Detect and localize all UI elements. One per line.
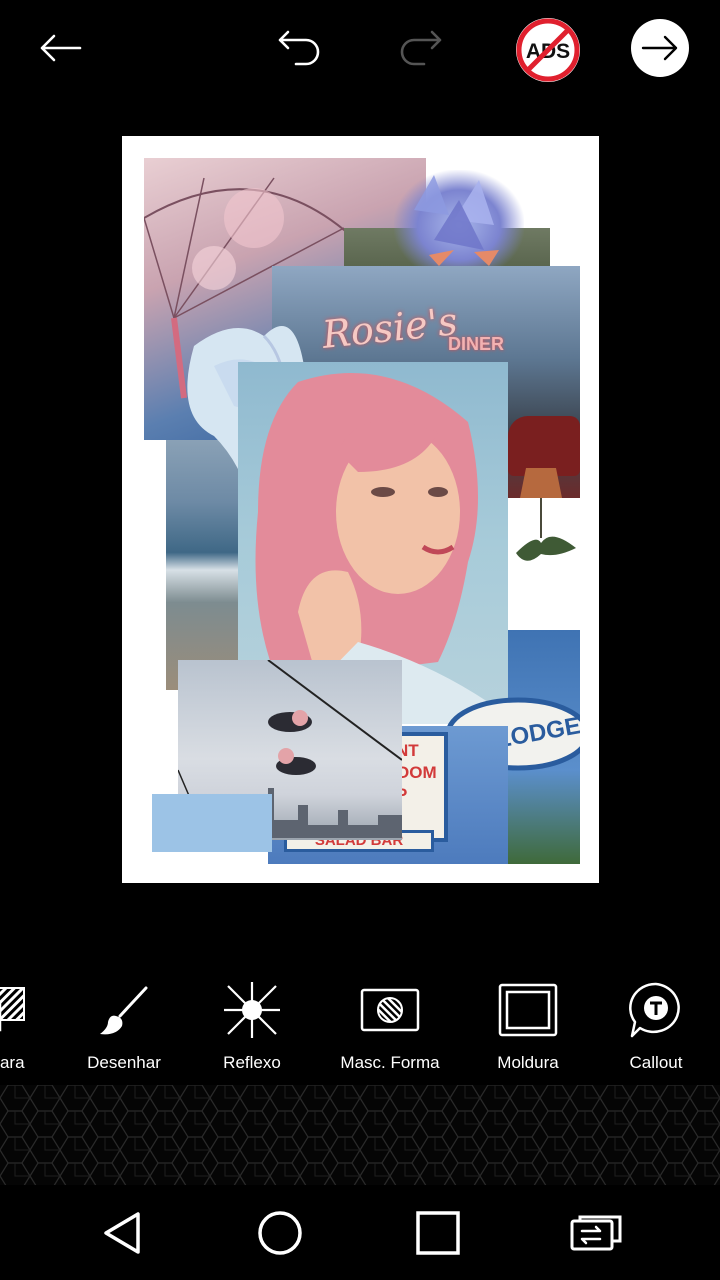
crystal-photo[interactable] — [394, 170, 524, 270]
arrow-right-icon — [641, 35, 678, 61]
tool-shape-mask-label: Masc. Forma — [340, 1053, 440, 1072]
remove-ads-button[interactable]: ADS — [512, 14, 584, 86]
tool-mask[interactable]: cara — [0, 975, 38, 1085]
tool-callout-label: Callout — [629, 1053, 683, 1072]
navigation-bar — [0, 1185, 720, 1280]
undo-icon — [278, 30, 320, 66]
nav-home-icon — [258, 1211, 302, 1255]
crystal-drawing — [414, 175, 499, 266]
tool-mask-label: cara — [0, 1053, 25, 1072]
tool-shape-mask[interactable]: Masc. Forma — [330, 975, 450, 1085]
nav-back-button[interactable] — [92, 1203, 152, 1263]
brush-icon — [100, 986, 148, 1035]
nav-home-button[interactable] — [250, 1203, 310, 1263]
diner-sign-diner: DINER — [448, 334, 505, 354]
nav-switch-icon — [570, 1215, 622, 1251]
shape-mask-icon — [360, 988, 420, 1032]
undo-button[interactable] — [270, 18, 330, 78]
nav-back-icon — [104, 1212, 140, 1254]
tool-frame[interactable]: Moldura — [488, 975, 568, 1085]
decorative-pattern — [0, 1085, 720, 1185]
frame-icon — [498, 983, 558, 1037]
redo-icon — [400, 30, 442, 66]
no-ads-icon: ADS — [516, 18, 580, 82]
tool-draw[interactable]: Desenhar — [84, 975, 164, 1085]
nav-recents-icon — [416, 1211, 460, 1255]
lamp-drawing — [516, 468, 576, 561]
arrow-left-icon — [40, 34, 82, 62]
back-button[interactable] — [30, 18, 90, 78]
callout-icon — [629, 982, 680, 1038]
tool-draw-label: Desenhar — [87, 1053, 161, 1072]
lamp-photo[interactable] — [506, 458, 586, 578]
lens-flare-icon — [224, 982, 280, 1038]
redo-button[interactable] — [390, 18, 450, 78]
nav-recents-button[interactable] — [408, 1203, 468, 1263]
top-bar: ADS — [0, 0, 720, 100]
tool-callout[interactable]: Callout — [616, 975, 696, 1085]
nav-switch-button[interactable] — [566, 1203, 626, 1263]
diner-sign-rosies: Rosie's — [320, 299, 460, 357]
tools-row: cara Desenhar Reflexo — [0, 975, 720, 1085]
next-button[interactable] — [630, 18, 690, 78]
tool-flare-label: Reflexo — [223, 1053, 281, 1072]
tool-flare[interactable]: Reflexo — [212, 975, 292, 1085]
pills-photo[interactable] — [152, 794, 272, 852]
tool-frame-label: Moldura — [497, 1053, 559, 1072]
mask-icon — [0, 987, 25, 1032]
collage-canvas[interactable]: Rosie's DINER GE LODGE NT OOM SALAD BAR — [122, 136, 599, 883]
